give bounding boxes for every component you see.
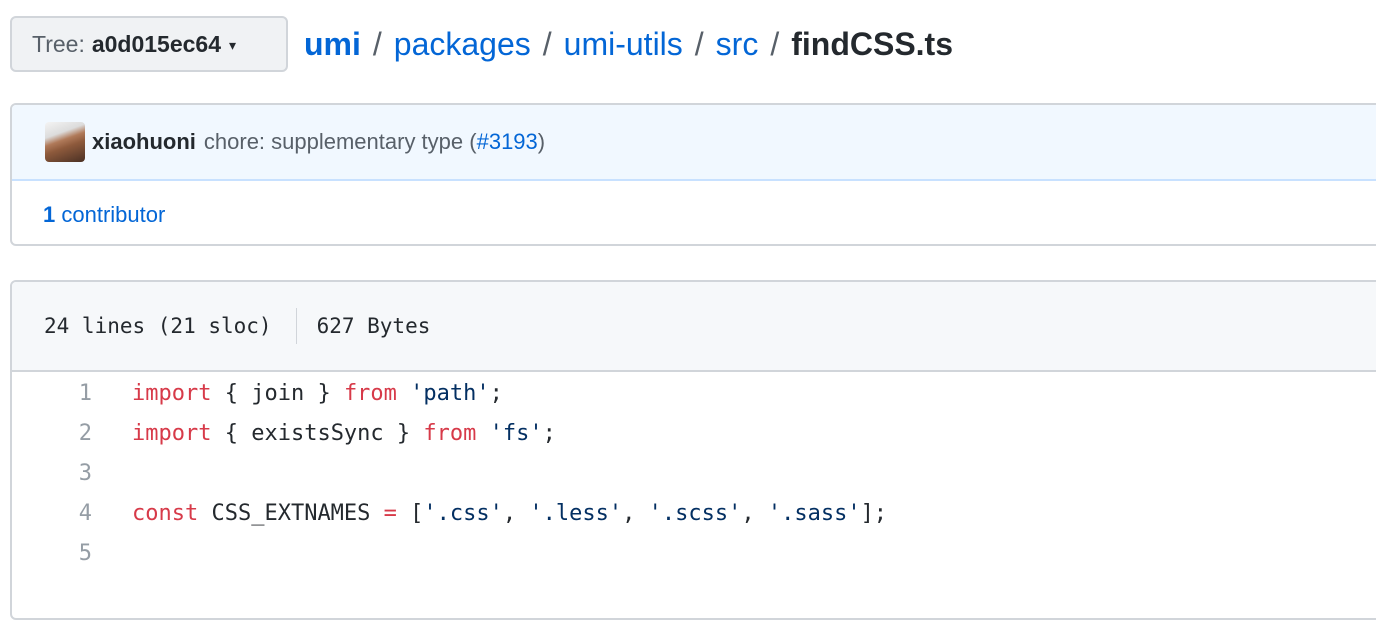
tree-label: Tree:: [32, 30, 85, 57]
code-token: ;: [489, 380, 503, 406]
code-keyword: const: [132, 500, 199, 526]
code-keyword: import: [132, 420, 212, 446]
file-header: 24 lines (21 sloc) 627 Bytes: [12, 282, 1376, 372]
code-keyword: import: [132, 380, 212, 406]
line-number[interactable]: 3: [12, 461, 92, 486]
breadcrumb-umi-utils-link[interactable]: umi-utils: [564, 26, 683, 63]
code-line: 4 const CSS_EXTNAMES = ['.css', '.less', …: [12, 493, 1376, 533]
code-keyword: from: [423, 420, 477, 446]
branch-select-button[interactable]: Tree: a0d015ec64 ▾: [10, 16, 288, 72]
breadcrumb-file-name: findCSS.ts: [791, 25, 953, 62]
code-string: '.sass': [767, 500, 861, 526]
line-number[interactable]: 2: [12, 421, 92, 446]
code-string: 'path': [410, 380, 490, 406]
code-token: [: [396, 500, 424, 526]
file-navigation: Tree: a0d015ec64 ▾ umi / packages / umi-…: [10, 16, 953, 72]
breadcrumb-repo-link[interactable]: umi: [304, 26, 361, 63]
file-line-count: 24 lines (21 sloc): [44, 314, 272, 338]
breadcrumb-separator: /: [372, 25, 382, 62]
commit-message-text: chore: supplementary type (: [203, 129, 477, 154]
code-token: ,: [741, 500, 768, 526]
code-string: '.less': [529, 500, 623, 526]
code-string: '.scss': [648, 500, 742, 526]
tree-ref: a0d015ec64: [91, 30, 222, 57]
code-line: 5: [12, 533, 1376, 573]
code-keyword: from: [343, 380, 397, 406]
breadcrumb-separator: /: [694, 25, 704, 62]
file-info-divider: [295, 308, 297, 344]
contributor-label: contributor: [61, 201, 166, 227]
contributors-row: 1 contributor: [12, 181, 1376, 244]
breadcrumb-separator: /: [542, 25, 552, 62]
code-text: const CSS_EXTNAMES = ['.css', '.less', '…: [92, 501, 887, 526]
code-token: CSS_EXTNAMES: [198, 500, 384, 526]
avatar[interactable]: [45, 122, 85, 162]
line-number[interactable]: 1: [12, 381, 92, 406]
file-box: 24 lines (21 sloc) 627 Bytes 1 import { j…: [10, 280, 1376, 620]
code-token: ,: [622, 500, 649, 526]
code-string: '.css': [423, 500, 503, 526]
code-token: ;: [542, 420, 556, 446]
code-keyword: =: [383, 500, 397, 526]
code-line: 3: [12, 453, 1376, 493]
line-number[interactable]: 5: [12, 541, 92, 566]
latest-commit-row: xiaohuoni chore: supplementary type (#31…: [12, 105, 1376, 181]
line-number[interactable]: 4: [12, 501, 92, 526]
breadcrumb-separator: /: [770, 25, 780, 62]
code-token: ];: [860, 500, 888, 526]
caret-down-icon: ▾: [229, 36, 237, 53]
file-size: 627 Bytes: [316, 314, 431, 338]
code-line: 2 import { existsSync } from 'fs';: [12, 413, 1376, 453]
pull-request-link[interactable]: #3193: [477, 129, 538, 154]
commit-message: chore: supplementary type (#3193): [204, 129, 545, 155]
breadcrumb-packages-link[interactable]: packages: [394, 26, 531, 63]
code-text: import { join } from 'path';: [92, 381, 503, 406]
code-token: ,: [502, 500, 530, 526]
breadcrumb: umi / packages / umi-utils / src / findC…: [304, 26, 953, 63]
commit-author-link[interactable]: xiaohuoni: [92, 129, 196, 155]
code-token: { join }: [211, 380, 344, 406]
code-string: 'fs': [489, 420, 543, 446]
code-view: 1 import { join } from 'path'; 2 import { e…: [12, 372, 1376, 573]
commit-message-end: ): [537, 129, 546, 154]
commit-info-box: xiaohuoni chore: supplementary type (#31…: [10, 103, 1376, 246]
contributor-count: 1: [43, 201, 56, 227]
code-line: 1 import { join } from 'path';: [12, 373, 1376, 413]
code-token: { existsSync }: [211, 420, 424, 446]
code-text: import { existsSync } from 'fs';: [92, 421, 556, 446]
breadcrumb-src-link[interactable]: src: [716, 26, 759, 63]
contributors-link[interactable]: 1 contributor: [43, 202, 165, 228]
